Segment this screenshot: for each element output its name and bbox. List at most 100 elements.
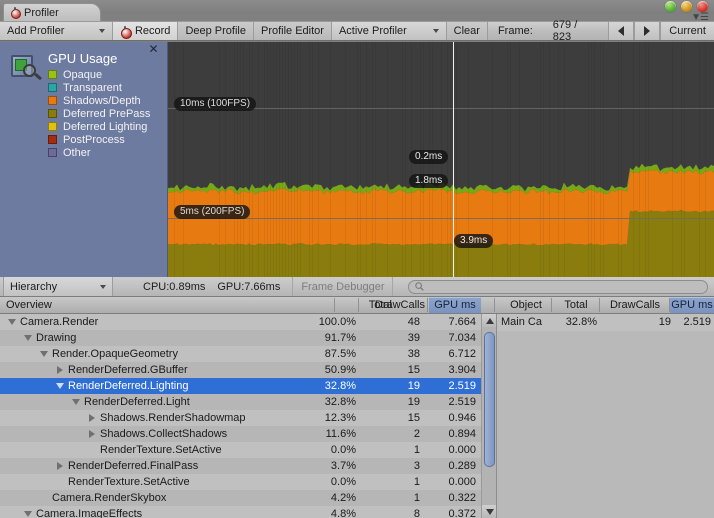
table-row[interactable]: Shadows.CollectShadows11.6%20.894 [0,426,496,442]
row-gpu-ms: 7.034 [424,330,476,346]
table-row[interactable]: RenderTexture.SetActive0.0%10.000 [0,474,496,490]
table-row[interactable]: RenderDeferred.GBuffer50.9%153.904 [0,362,496,378]
chevron-right-icon[interactable] [54,458,66,474]
legend-item[interactable]: Deferred PrePass [48,107,150,120]
legend-item[interactable]: Shadows/Depth [48,94,150,107]
row-total: 0.0% [296,474,356,490]
legend-item[interactable]: Opaque [48,68,150,81]
close-icon[interactable]: ✕ [148,44,159,55]
gpu-usage-chart[interactable]: 10ms (100FPS) 5ms (200FPS) 0.2ms 1.8ms 3… [168,42,714,277]
frame-counter: 679 / 823 [539,22,602,40]
chevron-down-icon[interactable] [22,330,34,346]
row-label: Render.OpaqueGeometry [52,346,178,362]
chevron-down-icon[interactable] [70,394,82,410]
detail-table: Main Ca 32.8% 19 2.519 [496,314,714,518]
detail-column-header-object[interactable]: Object [502,297,550,313]
record-button[interactable]: Record [113,22,178,40]
detail-column-header-gpu-ms[interactable]: GPU ms [670,297,714,313]
legend-item[interactable]: Transparent [48,81,150,94]
table-row[interactable]: Camera.ImageEffects4.8%80.372 [0,506,496,518]
scroll-up-button[interactable] [482,314,496,327]
clear-label: Clear [454,25,480,37]
column-header-overview[interactable]: Overview [6,297,52,313]
row-drawcalls: 19 [362,378,420,394]
clear-button[interactable]: Clear [447,22,488,40]
table-row[interactable]: Camera.Render100.0%487.664 [0,314,496,330]
chart-frame-tick [183,42,184,277]
frame-counter-text: 679 / 823 [553,19,592,43]
table-row[interactable]: Render.OpaqueGeometry87.5%386.712 [0,346,496,362]
chart-frame-tick [294,42,295,277]
gpu-usage-graph-area: 10ms (100FPS) 5ms (200FPS) 0.2ms 1.8ms 3… [0,42,714,277]
gpu-usage-title: GPU Usage [48,51,117,66]
search-input[interactable] [408,280,708,294]
row-label: RenderDeferred.Light [84,394,190,410]
table-row[interactable]: RenderDeferred.FinalPass3.7%30.289 [0,458,496,474]
row-gpu-ms: 0.372 [424,506,476,518]
chevron-down-icon [100,285,106,289]
tab-profiler-label: Profiler [24,7,59,19]
chart-frame-tick [588,42,589,277]
chart-frame-tick [357,42,358,277]
marker-shadows-depth: 1.8ms [409,174,448,188]
chevron-right-icon[interactable] [86,410,98,426]
legend-item[interactable]: Other [48,146,150,159]
next-frame-button[interactable] [634,22,660,40]
scroll-down-button[interactable] [482,505,496,518]
gpu-usage-legend: OpaqueTransparentShadows/DepthDeferred P… [48,68,150,159]
row-label: RenderTexture.SetActive [100,442,222,458]
table-row[interactable]: Drawing91.7%397.034 [0,330,496,346]
legend-item[interactable]: PostProcess [48,133,150,146]
scrollbar-thumb[interactable] [484,332,495,467]
row-drawcalls: 15 [362,410,420,426]
tab-profiler[interactable]: Profiler [3,3,101,21]
column-header-drawcalls[interactable]: DrawCalls [363,297,425,313]
chart-frame-tick [564,42,565,277]
table-row[interactable]: RenderDeferred.Lighting32.8%192.519 [0,378,496,394]
deep-profile-label: Deep Profile [185,25,246,37]
legend-swatch-icon [48,83,57,92]
chevron-down-icon[interactable] [54,378,66,394]
chart-frame-tick [249,42,250,277]
active-profiler-dropdown[interactable]: Active Profiler [332,22,447,40]
chevron-down-icon[interactable] [22,506,34,518]
detail-gpu-ms: 2.519 [675,314,711,331]
hierarchy-toolbar: Hierarchy CPU:0.89ms GPU:7.66ms Frame De… [0,277,714,297]
chevron-down-icon[interactable] [6,314,18,330]
detail-row[interactable]: Main Ca 32.8% 19 2.519 [497,314,714,331]
next-frame-icon [644,26,650,36]
row-drawcalls: 19 [362,394,420,410]
chart-frame-tick [543,42,544,277]
chart-frame-tick [639,42,640,277]
detail-empty-area [497,331,714,518]
view-mode-dropdown[interactable]: Hierarchy [3,277,113,296]
row-gpu-ms: 2.519 [424,394,476,410]
frame-debugger-button[interactable]: Frame Debugger [292,277,393,296]
deep-profile-button[interactable]: Deep Profile [178,22,254,40]
overview-scrollbar[interactable] [481,314,496,518]
frame-debugger-label: Frame Debugger [301,281,384,293]
add-profiler-dropdown[interactable]: Add Profiler [0,22,113,40]
chevron-right-icon[interactable] [54,362,66,378]
chevron-right-icon[interactable] [86,426,98,442]
profile-editor-button[interactable]: Profile Editor [254,22,332,40]
row-gpu-ms: 0.000 [424,442,476,458]
chart-frame-tick [297,42,298,277]
row-label: RenderDeferred.FinalPass [68,458,198,474]
column-header-gpu-ms[interactable]: GPU ms [429,297,481,313]
detail-column-header-total[interactable]: Total [554,297,598,313]
table-header: Overview Total DrawCalls GPU ms Object T… [0,297,714,314]
current-frame-button[interactable]: Current [660,22,714,40]
table-row[interactable]: RenderTexture.SetActive0.0%10.000 [0,442,496,458]
chart-frame-tick [633,42,634,277]
record-icon [120,26,131,37]
table-row[interactable]: RenderDeferred.Light32.8%192.519 [0,394,496,410]
row-total: 11.6% [296,426,356,442]
table-row[interactable]: Camera.RenderSkybox4.2%10.322 [0,490,496,506]
legend-item[interactable]: Deferred Lighting [48,120,150,133]
detail-column-header-drawcalls[interactable]: DrawCalls [602,297,668,313]
chevron-down-icon[interactable] [38,346,50,362]
previous-frame-button[interactable] [608,22,634,40]
table-row[interactable]: Shadows.RenderShadowmap12.3%150.946 [0,410,496,426]
chart-frame-tick [648,42,649,277]
